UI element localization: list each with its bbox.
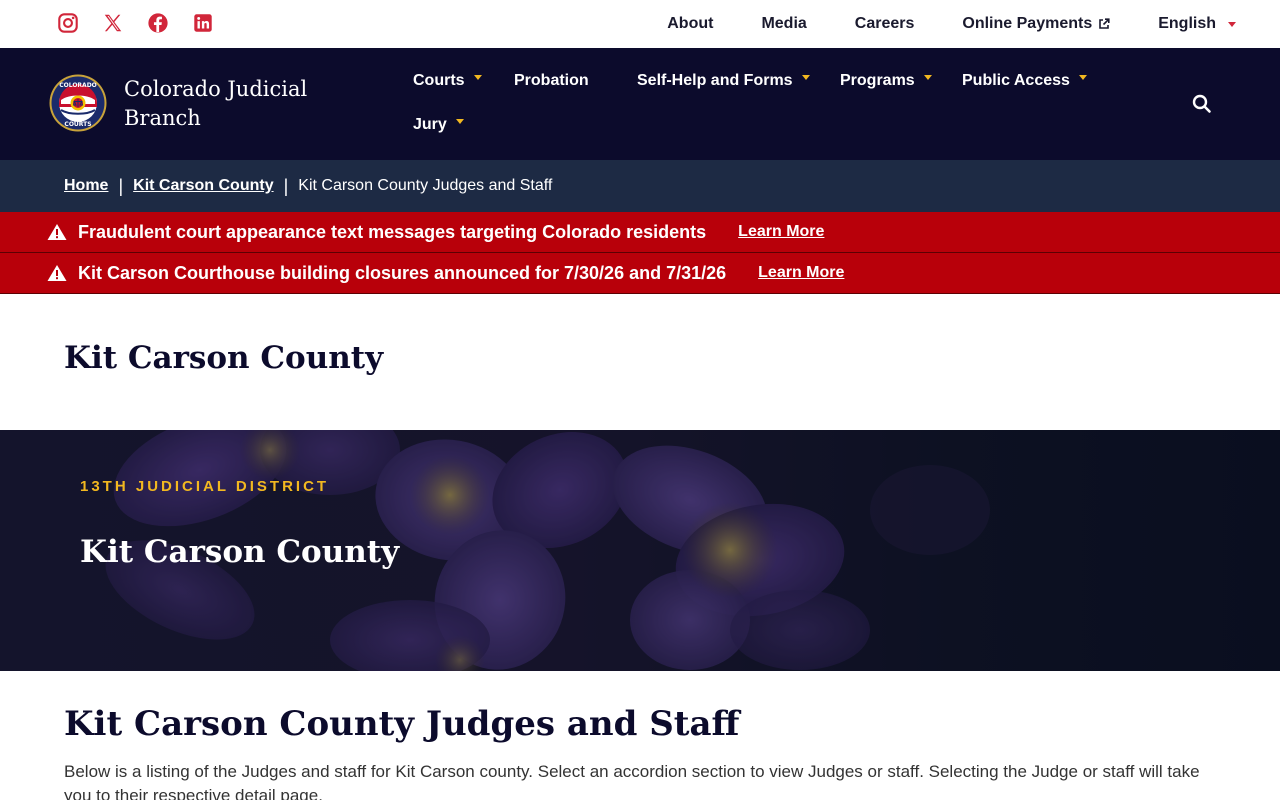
caret-down-icon	[473, 75, 482, 80]
warning-icon	[47, 224, 67, 240]
main-header: COLORADO COURTS Colorado Judicial Branch…	[0, 48, 1280, 160]
facebook-icon[interactable]	[147, 12, 169, 34]
caret-down-icon	[455, 119, 464, 124]
media-link[interactable]: Media	[761, 15, 806, 33]
nav-probation[interactable]: Probation	[514, 72, 589, 90]
alert-banner: Fraudulent court appearance text message…	[0, 212, 1280, 253]
alert-banner: Kit Carson Courthouse building closures …	[0, 253, 1280, 294]
about-link[interactable]: About	[667, 15, 713, 33]
breadcrumb-separator: |	[118, 175, 124, 196]
caret-down-icon	[1228, 21, 1236, 27]
alert-message: Kit Carson Courthouse building closures …	[78, 262, 727, 283]
caret-down-icon	[923, 75, 932, 80]
nav-programs[interactable]: Programs	[840, 72, 932, 90]
x-icon[interactable]	[102, 12, 124, 34]
breadcrumb: Home | Kit Carson County | Kit Carson Co…	[0, 160, 1280, 212]
section-description: Below is a listing of the Judges and sta…	[64, 762, 1200, 800]
caret-down-icon	[801, 75, 810, 80]
breadcrumb-home[interactable]: Home	[64, 177, 108, 195]
page-title: Kit Carson County	[64, 340, 384, 376]
breadcrumb-separator: |	[283, 175, 289, 196]
nav-self-help-and-forms[interactable]: Self-Help and Forms	[637, 72, 810, 90]
utility-bar: About Media Careers Online Payments Engl…	[0, 0, 1280, 48]
svg-text:COLORADO: COLORADO	[59, 82, 97, 89]
instagram-icon[interactable]	[57, 12, 79, 34]
search-icon[interactable]	[1190, 92, 1214, 116]
careers-link[interactable]: Careers	[855, 15, 915, 33]
alert-learn-more-link[interactable]: Learn More	[758, 264, 844, 282]
brand-name[interactable]: Colorado Judicial Branch	[124, 75, 344, 133]
alert-learn-more-link[interactable]: Learn More	[738, 223, 824, 241]
nav-public-access[interactable]: Public Access	[962, 72, 1087, 90]
nav-jury[interactable]: Jury	[413, 116, 464, 134]
hero-eyebrow: 13TH JUDICIAL DISTRICT	[80, 478, 330, 495]
colorado-courts-seal-logo[interactable]: COLORADO COURTS	[49, 74, 107, 132]
svg-text:COURTS: COURTS	[64, 121, 91, 128]
hero-title: Kit Carson County	[80, 534, 400, 570]
online-payments-link[interactable]: Online Payments	[962, 15, 1110, 33]
linkedin-icon[interactable]	[192, 12, 214, 34]
utility-nav: About Media Careers Online Payments Engl…	[619, 0, 1236, 48]
external-link-icon	[1099, 18, 1110, 29]
hero-banner: 13TH JUDICIAL DISTRICT Kit Carson County	[0, 430, 1280, 671]
language-selector[interactable]: English	[1158, 15, 1236, 33]
breadcrumb-current: Kit Carson County Judges and Staff	[298, 177, 553, 194]
main-nav: Courts Probation Self-Help and Forms Pro…	[413, 48, 1133, 160]
nav-courts[interactable]: Courts	[413, 72, 482, 90]
warning-icon	[47, 265, 67, 281]
alert-message: Fraudulent court appearance text message…	[78, 221, 707, 242]
breadcrumb-county[interactable]: Kit Carson County	[133, 177, 273, 195]
caret-down-icon	[1078, 75, 1087, 80]
section-title: Kit Carson County Judges and Staff	[64, 704, 740, 744]
